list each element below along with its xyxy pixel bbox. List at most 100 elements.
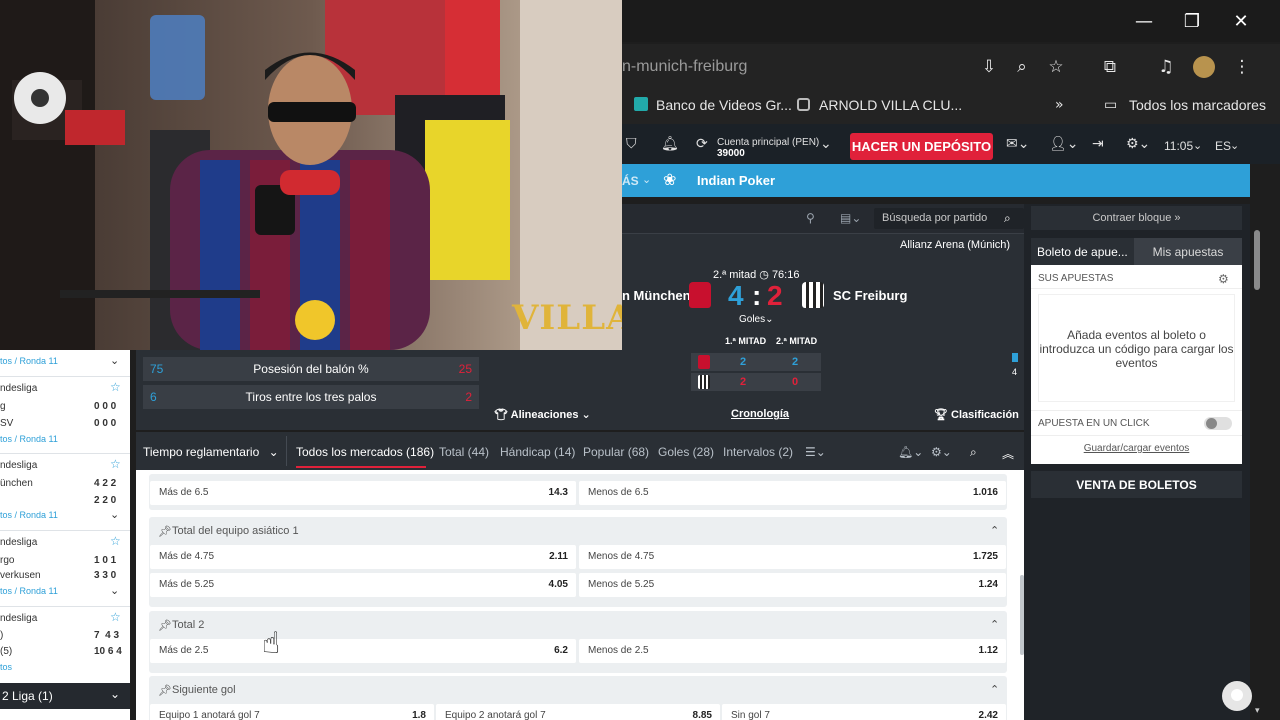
favorite-star-icon[interactable]: ☆ (110, 610, 121, 624)
bookmark-site-icon (797, 98, 810, 111)
league-round-link[interactable]: tos / Ronda 11 (0, 356, 58, 366)
pitch-icon[interactable]: ⚲ (806, 211, 815, 225)
active-tab-indicator (296, 466, 426, 468)
search-icon[interactable]: ⌕ (970, 445, 977, 460)
lineups-link[interactable]: 👕︎ Alineaciones ⌄ (494, 408, 591, 421)
odd-button[interactable]: Equipo 2 anotará gol 7 8.85 (436, 704, 720, 720)
close-button[interactable]: ✕ (1217, 0, 1265, 42)
refresh-icon[interactable]: ⟳ (696, 136, 708, 152)
zoom-icon[interactable]: ⌕ (1011, 56, 1033, 78)
chevron-down-icon[interactable]: ⌄ (820, 136, 832, 152)
user-icon[interactable]: 👤︎⌄ (1049, 136, 1079, 152)
chevron-down-icon: ⌄ (110, 687, 121, 701)
favorite-star-icon[interactable]: ☆ (110, 380, 121, 394)
favorite-star-icon[interactable]: ☆ (110, 457, 121, 471)
tab-betslip[interactable]: Boleto de apue... (1031, 238, 1134, 265)
settings-gear-icon[interactable]: ⚙⌄ (1126, 136, 1150, 152)
league-2-liga[interactable]: 2 Liga (1) ⌄ (0, 683, 130, 709)
chevron-down-icon[interactable]: ⌄ (1193, 139, 1202, 152)
nav-indian-poker[interactable]: Indian Poker (697, 173, 775, 188)
tab-my-bets[interactable]: Mis apuestas (1134, 238, 1242, 265)
chevron-down-icon[interactable]: ⌄ (642, 173, 651, 186)
install-app-icon[interactable]: ⇩ (978, 56, 1000, 78)
odd-button[interactable]: Sin gol 7 2.42 (722, 704, 1006, 720)
league-round-link[interactable]: tos / Ronda 11 (0, 510, 58, 520)
team-name: (5) (0, 646, 13, 657)
pin-icon[interactable]: 📌︎ (158, 525, 172, 538)
market-group-title: Total 2 (172, 619, 205, 631)
nav-more[interactable]: ÁS (622, 174, 639, 188)
bell-icon[interactable]: 🔔︎ (661, 136, 679, 152)
toggle-knob[interactable] (1206, 418, 1217, 429)
chevron-down-icon[interactable]: ⌄ (110, 354, 119, 367)
collapse-block-button[interactable]: Contraer bloque » (1031, 206, 1242, 230)
notify-bell-icon[interactable]: 🔔︎⌄ (898, 445, 923, 459)
favorite-star-icon[interactable]: ☆ (110, 534, 121, 548)
tab-handicap[interactable]: Hándicap (14) (500, 445, 575, 459)
tab-intervals[interactable]: Intervalos (2) (723, 445, 793, 459)
divider (286, 436, 287, 466)
chat-support-icon[interactable] (1222, 681, 1252, 711)
menu-kebab-icon[interactable]: ⋮ (1231, 56, 1253, 78)
save-load-events-link[interactable]: Guardar/cargar eventos (1031, 443, 1242, 454)
league-round-link[interactable]: tos / Ronda 11 (0, 586, 58, 596)
chevron-up-icon[interactable]: ⌃ (990, 618, 999, 631)
search-icon[interactable]: ⌕ (1004, 211, 1011, 226)
chevron-down-icon[interactable]: ⌄ (110, 508, 119, 521)
all-bookmarks-link[interactable]: Todos los marcadores (1129, 97, 1266, 113)
chevron-up-icon[interactable]: ⌃ (990, 524, 999, 537)
pin-icon[interactable]: 📌︎ (158, 684, 172, 697)
goals-dropdown[interactable]: Goles⌄ (739, 314, 774, 325)
odd-button[interactable]: Equipo 1 anotará gol 7 1.8 (150, 704, 434, 720)
mail-icon[interactable]: ✉⌄ (1006, 136, 1029, 152)
media-control-icon[interactable]: ♫ (1155, 56, 1177, 78)
bookmark-item[interactable]: Banco de Videos Gr... (656, 97, 792, 113)
league-round-link[interactable]: tos / Ronda 11 (0, 434, 58, 444)
home-shirt-icon (698, 355, 710, 369)
market-settings-icon[interactable]: ⚙⌄ (931, 445, 952, 459)
ticket-sale-button[interactable]: VENTA DE BOLETOS (1031, 471, 1242, 498)
url-text[interactable]: n-munich-freiburg (622, 58, 747, 76)
pin-icon[interactable]: 📌︎ (158, 619, 172, 632)
period-select[interactable]: Tiempo reglamentario ⌄ (143, 445, 279, 459)
odd-button[interactable]: Más de 5.25 4.05 (150, 573, 576, 597)
league-round-link[interactable]: tos (0, 662, 12, 672)
more-tabs-icon[interactable]: ☰⌄ (805, 445, 826, 459)
logout-icon[interactable]: ⇥ (1092, 136, 1104, 152)
standings-link[interactable]: 🏆︎ Clasificación ⌄ (934, 408, 1031, 421)
stats-chart-icon[interactable]: ▤⌄ (840, 211, 861, 225)
shield-icon[interactable]: ⛉ (626, 136, 637, 152)
odd-button[interactable]: Más de 2.5 6.2 (150, 639, 576, 663)
extensions-icon[interactable]: ⧉ (1099, 56, 1121, 78)
clock-time[interactable]: 11:05 (1164, 139, 1193, 153)
chevron-up-icon[interactable]: ⌃ (990, 683, 999, 696)
profile-avatar[interactable] (1193, 56, 1215, 78)
chevron-down-icon[interactable]: ⌄ (110, 584, 119, 597)
more-bookmarks-icon[interactable]: » (1055, 97, 1064, 113)
tab-all-markets[interactable]: Todos los mercados (186) (296, 445, 434, 459)
language-select[interactable]: ES (1215, 139, 1231, 153)
odd-button[interactable]: Más de 6.5 14.3 (150, 481, 576, 505)
bookmark-star-icon[interactable]: ☆ (1045, 56, 1067, 78)
page-scrollbar[interactable] (1254, 230, 1260, 290)
league-name: ndesliga (0, 460, 38, 471)
match-search-input[interactable]: Búsqueda por partido (874, 208, 1024, 229)
tab-goals[interactable]: Goles (28) (658, 445, 714, 459)
gear-icon[interactable]: ⚙ (1218, 272, 1229, 286)
scroll-down-icon[interactable]: ▾ (1255, 706, 1260, 716)
bookmark-item[interactable]: ARNOLD VILLA CLU... (819, 97, 962, 113)
timeline-link[interactable]: Cronología (731, 408, 789, 420)
odd-button[interactable]: Más de 4.75 2.11 (150, 545, 576, 569)
chevron-down-icon[interactable]: ⌄ (1230, 139, 1239, 152)
collapse-all-icon[interactable]: ︽ (1002, 445, 1014, 462)
restore-button[interactable]: ❐ (1168, 0, 1216, 42)
odd-button[interactable]: Menos de 5.25 1.24 (579, 573, 1006, 597)
odd-button[interactable]: Menos de 2.5 1.12 (579, 639, 1006, 663)
tab-popular[interactable]: Popular (68) (583, 445, 649, 459)
deposit-button[interactable]: HACER UN DEPÓSITO (850, 133, 993, 160)
account-label[interactable]: Cuenta principal (PEN) (717, 137, 819, 148)
odd-button[interactable]: Menos de 4.75 1.725 (579, 545, 1006, 569)
minimize-button[interactable]: — (1120, 0, 1168, 42)
tab-total[interactable]: Total (44) (439, 445, 489, 459)
odd-button[interactable]: Menos de 6.5 1.016 (579, 481, 1006, 505)
